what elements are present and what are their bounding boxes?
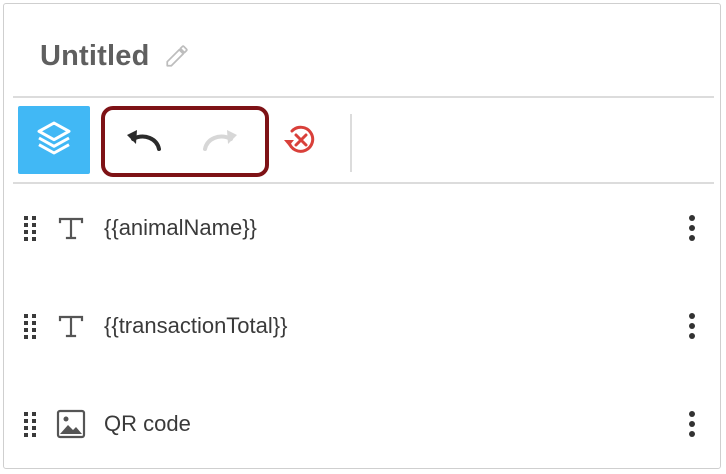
- text-icon: [55, 212, 87, 244]
- header-divider: [13, 96, 714, 98]
- layers-button[interactable]: [18, 106, 90, 174]
- list-item[interactable]: QR code: [4, 396, 722, 456]
- element-label: {{transactionTotal}}: [104, 313, 288, 338]
- element-label: {{animalName}}: [104, 215, 257, 240]
- drag-handle-icon[interactable]: [22, 214, 38, 242]
- redo-button[interactable]: [197, 122, 245, 162]
- list-item[interactable]: {{transactionTotal}}: [4, 298, 722, 358]
- more-options-icon[interactable]: [680, 408, 704, 440]
- more-options-icon[interactable]: [680, 310, 704, 342]
- editor-panel: Untitled {{animalName}} {{transactionTot…: [3, 3, 721, 469]
- redo-icon: [201, 125, 241, 160]
- undo-icon: [123, 125, 163, 160]
- layers-icon: [34, 118, 74, 163]
- reset-history-icon: [280, 120, 320, 165]
- element-label: QR code: [104, 411, 191, 436]
- text-icon: [55, 310, 87, 342]
- drag-handle-icon[interactable]: [22, 312, 38, 340]
- pencil-icon[interactable]: [164, 43, 190, 69]
- toolbar-separator: [350, 114, 352, 172]
- title-row: Untitled: [40, 34, 190, 78]
- drag-handle-icon[interactable]: [22, 410, 38, 438]
- page-title[interactable]: Untitled: [40, 40, 150, 73]
- image-icon: [55, 408, 87, 440]
- more-options-icon[interactable]: [680, 212, 704, 244]
- list-item[interactable]: {{animalName}}: [4, 200, 722, 260]
- undo-button[interactable]: [119, 122, 167, 162]
- reset-history-button[interactable]: [278, 120, 322, 164]
- toolbar-divider: [13, 182, 714, 184]
